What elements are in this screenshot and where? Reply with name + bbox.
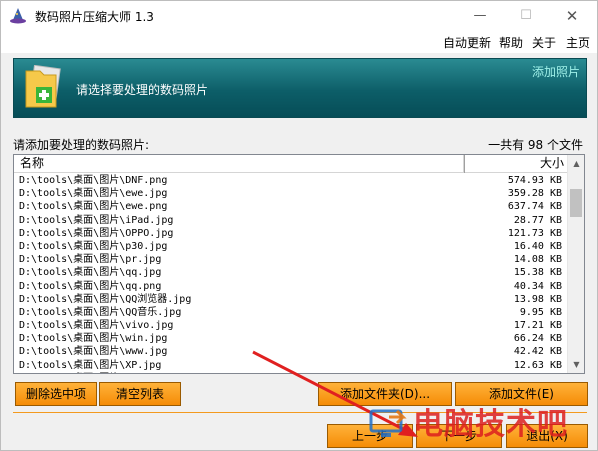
file-size: 14.08 KB [513, 254, 562, 266]
file-path: D:\tools\桌面\图片\qq.jpg [19, 267, 162, 279]
table-row[interactable]: D:\tools\桌面\图片\www.jpg 42.42 KB [14, 345, 568, 358]
wizard-hat-icon [10, 8, 26, 24]
file-size: 359.28 KB [507, 188, 562, 200]
file-path: D:\tools\桌面\图片\ewe.png [19, 201, 168, 213]
table-row[interactable]: D:\tools\桌面\图片\vivo.jpg 17.21 KB [14, 319, 568, 332]
minimize-button[interactable]: — [457, 1, 503, 31]
file-size: 15.38 KB [513, 267, 562, 279]
add-file-button[interactable]: 添加文件(E) [455, 382, 588, 406]
column-header-name[interactable]: 名称 [14, 155, 464, 173]
file-path: D:\tools\桌面\图片\XX.jpg [19, 372, 161, 374]
table-row[interactable]: D:\tools\桌面\图片\qq.jpg 15.38 KB [14, 266, 568, 279]
file-path: D:\tools\桌面\图片\OPPO.jpg [19, 227, 174, 239]
table-row[interactable]: D:\tools\桌面\图片\DNF.png 574.93 KB [14, 174, 568, 187]
file-path: D:\tools\桌面\图片\QQ浏览器.jpg [19, 293, 192, 305]
menu-help[interactable]: 帮助 [499, 34, 523, 51]
close-button[interactable]: ✕ [549, 1, 595, 31]
file-size: 12.63 KB [513, 359, 562, 371]
menu-bar: 自动更新 帮助 关于 主页 [1, 31, 597, 53]
file-size: 11.72 KB [514, 372, 562, 374]
divider [13, 412, 587, 413]
table-row[interactable]: D:\tools\桌面\图片\XP.jpg 12.63 KB [14, 359, 568, 372]
file-size: 66.24 KB [513, 333, 562, 345]
table-row[interactable]: D:\tools\桌面\图片\OPPO.jpg 121.73 KB [14, 227, 568, 240]
title-bar: 数码照片压缩大师 1.3 — ☐ ✕ [1, 1, 597, 31]
file-list[interactable]: 名称 大小 D:\tools\桌面\图片\DNF.png 574.93 KB D:\… [13, 154, 585, 374]
file-list-label: 请添加要处理的数码照片: [13, 138, 150, 152]
file-path: D:\tools\桌面\图片\iPad.jpg [19, 214, 174, 226]
table-row[interactable]: D:\tools\桌面\图片\QQ浏览器.jpg 13.98 KB [14, 293, 568, 306]
header-banner: 请选择要处理的数码照片 添加照片 [13, 58, 587, 118]
scroll-down-icon[interactable]: ▼ [568, 356, 584, 373]
table-row[interactable]: D:\tools\桌面\图片\ewe.png 637.74 KB [14, 200, 568, 213]
file-count-label: 一共有 98 个文件 [488, 138, 583, 152]
file-path: D:\tools\桌面\图片\pr.jpg [19, 254, 162, 266]
next-step-button[interactable]: 下一步 [416, 424, 502, 448]
delete-selected-button[interactable]: 删除选中项 [15, 382, 97, 406]
file-path: D:\tools\桌面\图片\DNF.png [19, 175, 168, 186]
add-photo-folder-icon [25, 65, 61, 108]
file-path: D:\tools\桌面\图片\XP.jpg [19, 359, 162, 371]
table-row[interactable]: D:\tools\桌面\图片\XX.jpg 11.72 KB [14, 372, 568, 374]
window-title: 数码照片压缩大师 1.3 [35, 10, 154, 24]
file-rows: D:\tools\桌面\图片\DNF.png 574.93 KB D:\tools\… [14, 174, 568, 374]
scroll-thumb[interactable] [570, 189, 582, 217]
table-row[interactable]: D:\tools\桌面\图片\QQ音乐.jpg 9.95 KB [14, 306, 568, 319]
file-size: 574.93 KB [507, 175, 562, 186]
table-row[interactable]: D:\tools\桌面\图片\win.jpg 66.24 KB [14, 332, 568, 345]
file-path: D:\tools\桌面\图片\QQ音乐.jpg [19, 306, 182, 318]
add-photo-link[interactable]: 添加照片 [532, 63, 580, 80]
file-size: 28.77 KB [513, 214, 562, 226]
file-size: 42.42 KB [513, 346, 562, 358]
scroll-up-icon[interactable]: ▲ [568, 155, 584, 172]
list-header: 名称 大小 [14, 155, 568, 173]
clear-list-button[interactable]: 清空列表 [99, 382, 181, 406]
table-row[interactable]: D:\tools\桌面\图片\pr.jpg 14.08 KB [14, 253, 568, 266]
file-path: D:\tools\桌面\图片\p30.jpg [19, 240, 168, 252]
file-size: 121.73 KB [507, 227, 562, 239]
vertical-scrollbar[interactable]: ▲ ▼ [567, 155, 584, 373]
file-size: 13.98 KB [513, 293, 562, 305]
table-row[interactable]: D:\tools\桌面\图片\qq.png 40.34 KB [14, 280, 568, 293]
exit-button[interactable]: 退出(X) [506, 424, 588, 448]
maximize-button[interactable]: ☐ [503, 1, 549, 31]
banner-instruction: 请选择要处理的数码照片 [76, 83, 209, 97]
file-path: D:\tools\桌面\图片\www.jpg [19, 346, 168, 358]
file-size: 9.95 KB [519, 306, 562, 318]
file-size: 16.40 KB [513, 240, 562, 252]
file-size: 637.74 KB [507, 201, 562, 213]
file-path: D:\tools\桌面\图片\win.jpg [19, 333, 168, 345]
file-path: D:\tools\桌面\图片\ewe.jpg [19, 188, 168, 200]
table-row[interactable]: D:\tools\桌面\图片\p30.jpg 16.40 KB [14, 240, 568, 253]
menu-about[interactable]: 关于 [532, 34, 556, 51]
prev-step-button[interactable]: 上一步 [327, 424, 413, 448]
file-path: D:\tools\桌面\图片\qq.png [19, 280, 162, 292]
column-header-size[interactable]: 大小 [464, 155, 568, 173]
file-path: D:\tools\桌面\图片\vivo.jpg [19, 320, 174, 332]
add-folder-button[interactable]: 添加文件夹(D)... [318, 382, 452, 406]
file-size: 40.34 KB [513, 280, 562, 292]
table-row[interactable]: D:\tools\桌面\图片\ewe.jpg 359.28 KB [14, 187, 568, 200]
app-window: 数码照片压缩大师 1.3 — ☐ ✕ 自动更新 帮助 关于 主页 请选择要处理的… [0, 0, 598, 451]
menu-auto-update[interactable]: 自动更新 [443, 34, 491, 51]
file-size: 17.21 KB [513, 320, 562, 332]
menu-homepage[interactable]: 主页 [566, 34, 590, 51]
table-row[interactable]: D:\tools\桌面\图片\iPad.jpg 28.77 KB [14, 214, 568, 227]
